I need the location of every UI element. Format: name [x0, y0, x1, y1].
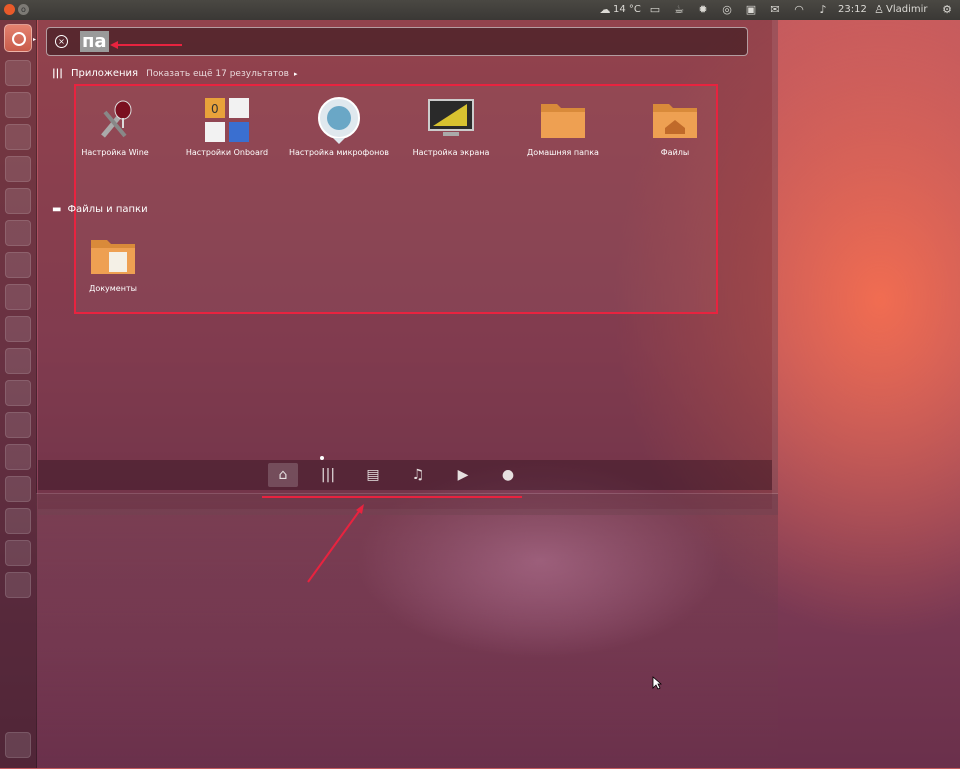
launcher-item-12[interactable]: [5, 412, 31, 438]
disk-icon[interactable]: ▣: [744, 3, 758, 17]
files-heading[interactable]: ▬ Файлы и папки: [52, 204, 148, 215]
cup-icon[interactable]: ☕: [672, 3, 686, 17]
applications-lens-button[interactable]: |||: [313, 463, 343, 487]
launcher-item-14[interactable]: [5, 476, 31, 502]
display-settings-icon: [427, 96, 475, 144]
clear-search-icon[interactable]: ×: [55, 35, 68, 48]
network-icon[interactable]: ◠: [792, 3, 806, 17]
ubuntu-one-icon[interactable]: ◎: [720, 3, 734, 17]
launcher-item-17[interactable]: [5, 572, 31, 598]
applications-heading-label: Приложения: [70, 68, 139, 79]
top-panel: o ☁ 14 °C ▭ ☕ ✹ ◎ ▣ ✉ ◠ ♪ 23:12 ♙ Vladim…: [0, 0, 960, 20]
launcher-item-8[interactable]: [5, 284, 31, 310]
expand-arrow-icon[interactable]: ▸: [294, 70, 298, 78]
home-folder-icon: [539, 96, 587, 144]
launcher-item-15[interactable]: [5, 508, 31, 534]
files-lens-button[interactable]: ▤: [358, 463, 388, 487]
files-icon: [651, 96, 699, 144]
gear-small-icon[interactable]: ✹: [696, 3, 710, 17]
dash-home-button[interactable]: [4, 24, 32, 52]
active-indicator: ▸: [33, 36, 37, 43]
launcher-item-1[interactable]: [5, 60, 31, 86]
mail-icon[interactable]: ✉: [768, 3, 782, 17]
applications-heading[interactable]: ||| Приложения Показать ещё 17 результатов…: [52, 68, 297, 79]
results-highlight: Настройка Wine 0 Настройки Onboard Настр…: [74, 84, 718, 314]
social-icon: ●: [501, 467, 515, 483]
app-wine-settings[interactable]: Настройка Wine: [60, 96, 170, 158]
svg-text:0: 0: [211, 102, 219, 116]
video-icon: ▶: [457, 467, 469, 483]
show-more-link[interactable]: Показать ещё 17 результатов: [146, 69, 289, 79]
launcher-item-11[interactable]: [5, 380, 31, 406]
files-heading-label: Файлы и папки: [67, 204, 148, 215]
launcher-item-10[interactable]: [5, 348, 31, 374]
launcher-item-6[interactable]: [5, 220, 31, 246]
launcher-item-4[interactable]: [5, 156, 31, 182]
launcher: ▸: [0, 20, 37, 768]
launcher-item-3[interactable]: [5, 124, 31, 150]
video-lens-button[interactable]: ▶: [448, 463, 478, 487]
mouse-cursor-icon: [652, 676, 662, 690]
app-label: Настройка микрофонов: [288, 148, 390, 157]
app-label: Домашняя папка: [527, 148, 599, 157]
app-microphone-settings[interactable]: Настройка микрофонов: [284, 96, 394, 158]
app-label: Настройка экрана: [412, 148, 490, 157]
trash-icon[interactable]: [5, 732, 31, 758]
folder-category-icon: ▬: [52, 204, 62, 215]
minimize-button[interactable]: o: [18, 4, 29, 15]
music-icon: ♫: [411, 467, 425, 483]
home-lens-button[interactable]: ⌂: [268, 463, 298, 487]
notes-icon[interactable]: ▭: [648, 3, 662, 17]
search-field[interactable]: × па: [46, 27, 748, 56]
weather-icon[interactable]: ☁: [598, 3, 612, 17]
launcher-item-7[interactable]: [5, 252, 31, 278]
music-lens-button[interactable]: ♫: [403, 463, 433, 487]
app-display-settings[interactable]: Настройка экрана: [396, 96, 506, 158]
wine-config-icon: [91, 96, 139, 144]
launcher-item-5[interactable]: [5, 188, 31, 214]
app-home-folder[interactable]: Домашняя папка: [508, 96, 618, 158]
weather-indicator[interactable]: 14 °C: [613, 3, 641, 17]
launcher-item-9[interactable]: [5, 316, 31, 342]
launcher-item-13[interactable]: [5, 444, 31, 470]
microphone-settings-icon: [315, 96, 363, 144]
file-label: Документы: [89, 284, 137, 293]
search-query[interactable]: па: [80, 31, 109, 52]
app-files[interactable]: Файлы: [620, 96, 730, 158]
sound-icon[interactable]: ♪: [816, 3, 830, 17]
documents-folder-icon: [89, 232, 137, 280]
social-lens-button[interactable]: ●: [493, 463, 523, 487]
app-label: Настройки Onboard: [185, 148, 269, 157]
desktop-area: [36, 493, 778, 769]
lens-indicator: [320, 456, 324, 460]
files-lens-icon: ▤: [366, 467, 380, 483]
close-button[interactable]: [4, 4, 15, 15]
user-icon: ♙: [874, 3, 884, 16]
app-onboard-settings[interactable]: 0 Настройки Onboard: [172, 96, 282, 158]
home-icon: ⌂: [278, 467, 288, 483]
applications-category-icon: |||: [52, 68, 63, 79]
dash: × па ||| Приложения Показать ещё 17 резуль…: [38, 20, 778, 515]
user-name[interactable]: Vladimir: [886, 3, 928, 17]
file-documents[interactable]: Документы: [58, 232, 168, 294]
lens-bar: ⌂ ||| ▤ ♫ ▶ ●: [38, 456, 772, 490]
onboard-settings-icon: 0: [203, 96, 251, 144]
launcher-item-16[interactable]: [5, 540, 31, 566]
launcher-item-2[interactable]: [5, 92, 31, 118]
applications-icon: |||: [320, 467, 336, 483]
session-gear-icon[interactable]: ⚙: [940, 3, 954, 17]
clock[interactable]: 23:12: [838, 3, 867, 17]
app-label: Файлы: [660, 148, 690, 157]
app-label: Настройка Wine: [81, 148, 149, 157]
